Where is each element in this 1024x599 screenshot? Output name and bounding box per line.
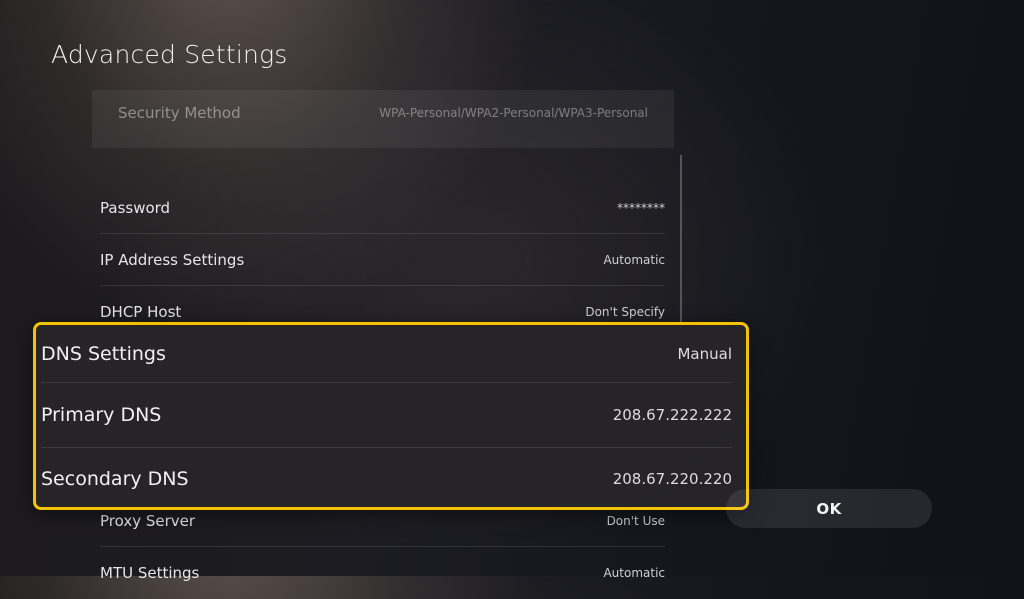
setting-security-method[interactable]: Security Method WPA-Personal/WPA2-Person… bbox=[92, 90, 674, 148]
ok-button[interactable]: OK bbox=[726, 489, 932, 528]
scrollbar[interactable] bbox=[680, 155, 682, 330]
mtu-label: MTU Settings bbox=[100, 564, 200, 582]
proxy-server-value: Don't Use bbox=[606, 513, 665, 528]
dns-focus-group: DNS Settings Manual Primary DNS 208.67.2… bbox=[33, 322, 749, 510]
ip-address-label: IP Address Settings bbox=[100, 250, 245, 269]
mtu-value: Automatic bbox=[603, 566, 665, 580]
primary-dns-label: Primary DNS bbox=[41, 404, 162, 426]
setting-primary-dns[interactable]: Primary DNS 208.67.222.222 bbox=[41, 383, 732, 448]
dhcp-host-value: Don't Specify bbox=[585, 304, 665, 319]
password-value: ******** bbox=[617, 200, 665, 215]
dns-settings-value: Manual bbox=[677, 344, 732, 363]
setting-password[interactable]: Password ******** bbox=[100, 182, 665, 234]
dns-settings-label: DNS Settings bbox=[41, 342, 166, 365]
setting-dns-settings[interactable]: DNS Settings Manual bbox=[41, 325, 732, 383]
ip-address-value: Automatic bbox=[603, 252, 665, 267]
secondary-dns-label: Secondary DNS bbox=[41, 467, 189, 490]
secondary-dns-value: 208.67.220.220 bbox=[612, 469, 732, 488]
primary-dns-value: 208.67.222.222 bbox=[612, 406, 732, 424]
password-label: Password bbox=[100, 198, 171, 217]
setting-ip-address[interactable]: IP Address Settings Automatic bbox=[100, 234, 665, 286]
security-method-label: Security Method bbox=[118, 104, 241, 122]
setting-mtu[interactable]: MTU Settings Automatic bbox=[100, 547, 665, 599]
dhcp-host-label: DHCP Host bbox=[100, 302, 182, 321]
page-title: Advanced Settings bbox=[51, 40, 288, 69]
setting-secondary-dns[interactable]: Secondary DNS 208.67.220.220 bbox=[41, 448, 732, 509]
proxy-server-label: Proxy Server bbox=[100, 511, 196, 530]
security-method-value: WPA-Personal/WPA2-Personal/WPA3-Personal bbox=[379, 106, 648, 120]
